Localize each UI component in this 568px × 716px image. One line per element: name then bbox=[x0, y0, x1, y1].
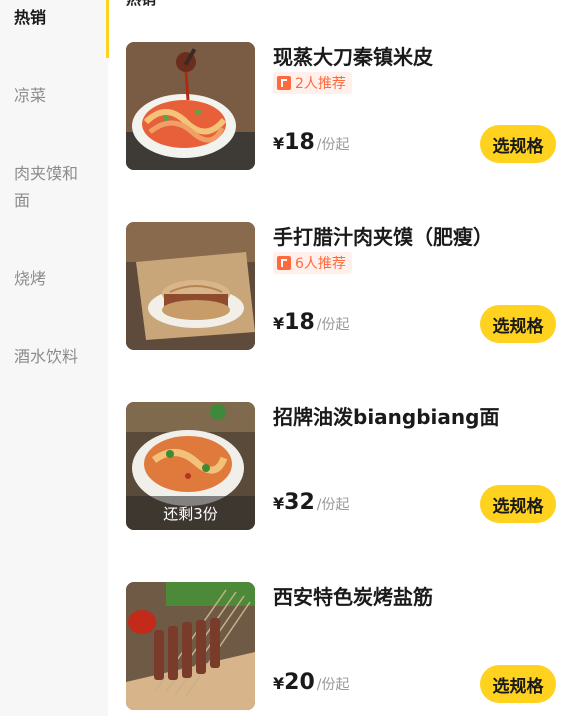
currency-symbol: ¥ bbox=[273, 494, 285, 513]
price-value: 18 bbox=[284, 130, 315, 155]
dish-name: 手打腊汁肉夹馍（肥瘦） bbox=[273, 225, 493, 249]
price-value: 18 bbox=[284, 310, 315, 335]
price-unit: /份起 bbox=[316, 137, 350, 153]
sidebar-item-drinks[interactable]: 酒水饮料 bbox=[14, 343, 94, 370]
price-value: 20 bbox=[284, 670, 315, 695]
dish-card[interactable]: 手打腊汁肉夹馍（肥瘦） 6人推荐 ¥ 18 /份起 选规格 bbox=[126, 222, 556, 352]
dish-image[interactable] bbox=[126, 222, 255, 350]
sidebar-item-cold-dishes[interactable]: 凉菜 bbox=[14, 82, 94, 109]
stock-remaining: 还剩3份 bbox=[126, 496, 255, 530]
select-spec-button[interactable]: 选规格 bbox=[480, 485, 556, 523]
select-spec-button[interactable]: 选规格 bbox=[480, 665, 556, 703]
recommend-badge: 2人推荐 bbox=[273, 72, 352, 94]
section-title: 热销 bbox=[126, 0, 156, 9]
dish-name: 现蒸大刀秦镇米皮 bbox=[273, 45, 433, 69]
dish-name: 西安特色炭烤盐筋 bbox=[273, 585, 433, 609]
dish-card[interactable]: 现蒸大刀秦镇米皮 2人推荐 ¥ 18 /份起 选规格 bbox=[126, 42, 556, 172]
dish-name: 招牌油泼biangbiang面 bbox=[273, 405, 500, 429]
currency-symbol: ¥ bbox=[273, 134, 285, 153]
recommend-count: 2人推荐 bbox=[295, 76, 346, 92]
sidebar-item-hot[interactable]: 热销 bbox=[14, 4, 94, 31]
sidebar-item-roujiamo-noodles[interactable]: 肉夹馍和面 bbox=[14, 160, 92, 214]
price: ¥ 32 /份起 bbox=[273, 490, 349, 515]
dish-image[interactable] bbox=[126, 582, 255, 710]
recommend-count: 6人推荐 bbox=[295, 256, 346, 272]
sidebar-item-bbq[interactable]: 烧烤 bbox=[14, 265, 94, 292]
thumbs-up-icon bbox=[277, 76, 291, 90]
thumbs-up-icon bbox=[277, 256, 291, 270]
dish-card[interactable]: 还剩3份 招牌油泼biangbiang面 ¥ 32 /份起 选规格 bbox=[126, 402, 556, 532]
price: ¥ 20 /份起 bbox=[273, 670, 349, 695]
price: ¥ 18 /份起 bbox=[273, 130, 349, 155]
select-spec-button[interactable]: 选规格 bbox=[480, 305, 556, 343]
dish-card[interactable]: 西安特色炭烤盐筋 ¥ 20 /份起 选规格 bbox=[126, 582, 556, 712]
price-unit: /份起 bbox=[316, 497, 350, 513]
dish-image[interactable] bbox=[126, 42, 255, 170]
price-unit: /份起 bbox=[316, 317, 350, 333]
price-unit: /份起 bbox=[316, 677, 350, 693]
currency-symbol: ¥ bbox=[273, 314, 285, 333]
category-sidebar: 热销 凉菜 肉夹馍和面 烧烤 酒水饮料 bbox=[0, 0, 109, 716]
price: ¥ 18 /份起 bbox=[273, 310, 349, 335]
select-spec-button[interactable]: 选规格 bbox=[480, 125, 556, 163]
recommend-badge: 6人推荐 bbox=[273, 252, 352, 274]
price-value: 32 bbox=[284, 490, 315, 515]
dish-list: 热销 现蒸大刀秦镇米皮 2人推荐 ¥ 18 /份起 bbox=[108, 0, 568, 716]
currency-symbol: ¥ bbox=[273, 674, 285, 693]
dish-image[interactable]: 还剩3份 bbox=[126, 402, 255, 530]
